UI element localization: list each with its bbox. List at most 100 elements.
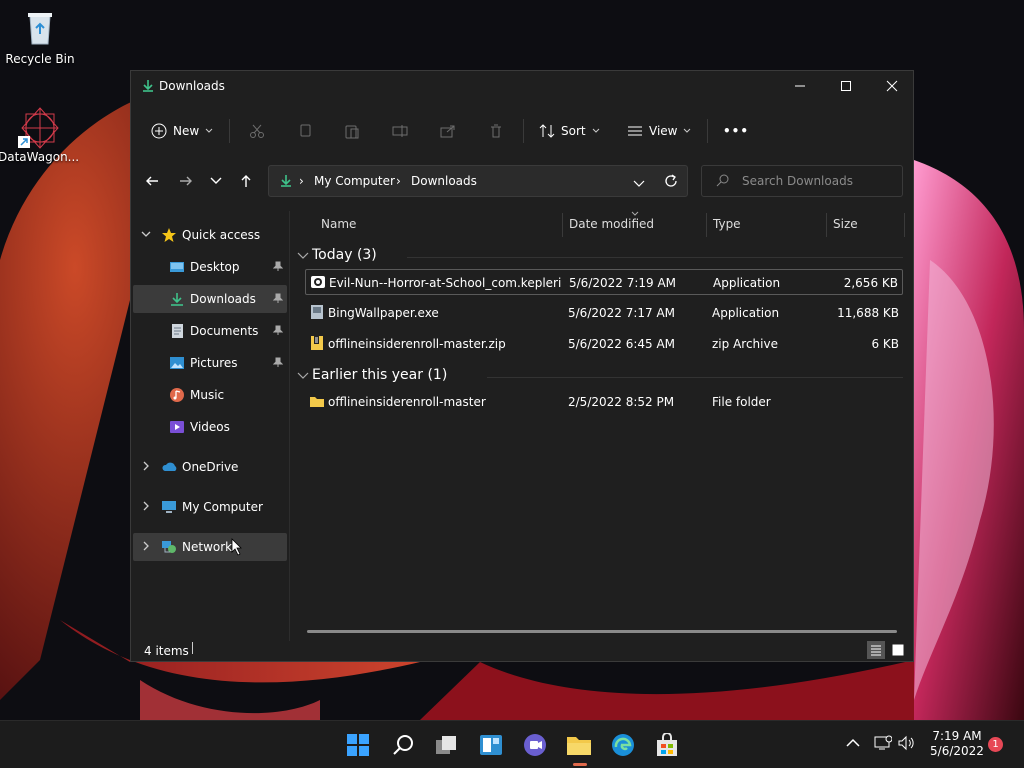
delete-button[interactable] (488, 117, 504, 145)
clock-time: 7:19 AM (932, 729, 982, 743)
file-row[interactable]: Evil-Nun--Horror-at-School_com.kepleri..… (305, 269, 903, 295)
pane-divider[interactable] (289, 211, 290, 641)
downloads-icon (171, 293, 183, 306)
column-separator[interactable] (826, 213, 827, 237)
file-row[interactable]: offlineinsiderenroll-master.zip 5/6/2022… (305, 331, 903, 357)
new-button[interactable]: New (151, 117, 213, 145)
plus-circle-icon (151, 123, 167, 139)
see-more-button[interactable]: ••• (723, 117, 749, 145)
maximize-button[interactable] (823, 71, 869, 101)
notification-badge[interactable]: 1 (988, 737, 1003, 752)
column-header-type[interactable]: Type (713, 217, 741, 231)
chevron-right-icon (143, 501, 149, 511)
file-row[interactable]: BingWallpaper.exe 5/6/2022 7:17 AM Appli… (305, 300, 903, 326)
share-icon (440, 125, 455, 138)
clock-date: 5/6/2022 (930, 744, 984, 758)
horizontal-scrollbar[interactable] (307, 630, 897, 633)
column-header-date[interactable]: Date modified (569, 217, 654, 231)
widgets-button[interactable] (475, 729, 507, 761)
view-button[interactable]: View (627, 117, 691, 145)
rename-button[interactable] (392, 117, 408, 145)
sidebar-item-label: Documents (190, 324, 259, 338)
sort-icon (539, 124, 555, 138)
pin-icon (273, 325, 283, 335)
minimize-button[interactable] (777, 71, 823, 101)
back-button[interactable] (137, 167, 167, 195)
sidebar-item-network[interactable]: Network (133, 533, 287, 561)
start-button[interactable] (342, 729, 374, 761)
cut-button[interactable] (249, 117, 265, 145)
recent-locations-button[interactable] (201, 167, 231, 195)
paste-button[interactable] (344, 117, 360, 145)
search-button[interactable] (387, 729, 419, 761)
column-separator[interactable] (904, 213, 905, 237)
chevron-down-icon (297, 372, 309, 379)
sidebar-item-label: My Computer (182, 500, 263, 514)
address-dropdown-button[interactable] (633, 177, 645, 191)
share-button[interactable] (440, 117, 456, 145)
network-tray-button[interactable] (874, 735, 893, 754)
sidebar-item-quick-access[interactable]: Quick access (133, 221, 287, 249)
sidebar-item-desktop[interactable]: Desktop (133, 253, 287, 281)
active-app-indicator (573, 763, 587, 766)
widgets-icon (480, 735, 502, 755)
column-separator[interactable] (562, 213, 563, 237)
store-button[interactable] (651, 729, 683, 761)
toolbar-separator (707, 119, 708, 143)
tiles-view-button[interactable] (889, 641, 907, 659)
title-bar[interactable]: Downloads (131, 71, 913, 103)
file-explorer-taskbar-button[interactable] (563, 729, 595, 766)
sidebar-item-music[interactable]: Music (133, 381, 287, 409)
chevron-down-icon (205, 128, 213, 133)
arrow-up-icon (241, 175, 251, 187)
file-name: BingWallpaper.exe (328, 306, 439, 320)
onedrive-cloud-icon (162, 462, 177, 471)
rename-icon (392, 125, 408, 137)
mouse-cursor-icon (231, 538, 242, 556)
chevron-down-icon (210, 177, 222, 184)
column-separator[interactable] (706, 213, 707, 237)
up-button[interactable] (231, 167, 261, 195)
view-label: View (649, 124, 678, 138)
breadcrumb-my-computer[interactable]: My Computer (314, 174, 395, 188)
sort-label: Sort (561, 124, 586, 138)
chevron-down-icon (141, 231, 151, 237)
desktop-icon-recycle-bin[interactable]: Recycle Bin (0, 8, 80, 66)
sort-button[interactable]: Sort (539, 117, 600, 145)
show-hidden-icons-button[interactable] (846, 737, 860, 751)
volume-button[interactable] (898, 735, 916, 754)
column-header-name[interactable]: Name (321, 217, 356, 231)
address-bar[interactable]: › My Computer › Downloads (268, 165, 688, 197)
sidebar-item-downloads[interactable]: Downloads (133, 285, 287, 313)
forward-button[interactable] (171, 167, 201, 195)
chevron-right-icon (143, 541, 149, 551)
copy-button[interactable] (297, 117, 313, 145)
sidebar-item-onedrive[interactable]: OneDrive (133, 453, 287, 481)
clock[interactable]: 7:19 AM 5/6/2022 (926, 729, 988, 759)
file-type: File folder (712, 395, 771, 409)
sidebar-item-pictures[interactable]: Pictures (133, 349, 287, 377)
column-header-size[interactable]: Size (833, 217, 858, 231)
group-header-today[interactable]: Today (3) (297, 247, 903, 267)
music-icon (170, 388, 184, 402)
details-view-button[interactable] (867, 641, 885, 659)
file-row[interactable]: offlineinsiderenroll-master 2/5/2022 8:5… (305, 389, 903, 415)
breadcrumb-separator: › (396, 174, 401, 188)
task-view-button[interactable] (431, 729, 463, 761)
close-button[interactable] (869, 71, 915, 101)
taskbar: 7:19 AM 5/6/2022 1 (0, 720, 1024, 768)
sidebar-item-documents[interactable]: Documents (133, 317, 287, 345)
desktop-icon-datawagon[interactable]: DataWagon... (0, 106, 79, 164)
sidebar-item-my-computer[interactable]: My Computer (133, 493, 287, 521)
file-type: Application (713, 276, 781, 290)
edge-browser-icon (612, 734, 634, 756)
breadcrumb-downloads[interactable]: Downloads (411, 174, 477, 188)
refresh-icon (665, 174, 677, 187)
group-header-earlier-this-year[interactable]: Earlier this year (1) (297, 367, 903, 387)
sidebar-item-videos[interactable]: Videos (133, 413, 287, 441)
file-explorer-window: Downloads New Sort View ••• › My Compute… (130, 70, 914, 662)
edge-button[interactable] (607, 729, 639, 761)
refresh-button[interactable] (664, 174, 678, 191)
chat-button[interactable] (519, 729, 551, 761)
search-box[interactable]: Search Downloads (701, 165, 903, 197)
